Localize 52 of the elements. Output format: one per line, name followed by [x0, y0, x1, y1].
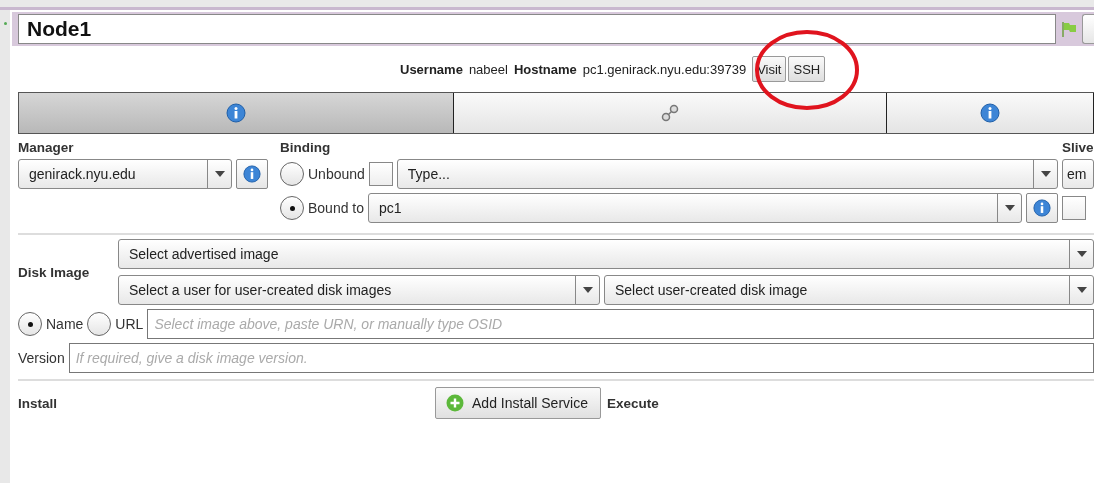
link-icon	[661, 104, 679, 122]
manager-label: Manager	[18, 140, 75, 155]
caret-icon	[214, 171, 225, 177]
sliver-label: Slive	[1062, 140, 1094, 155]
plus-icon	[446, 394, 464, 412]
radio-label: Unbound	[308, 166, 365, 182]
caret-icon	[1076, 251, 1087, 257]
version-field[interactable]: If required, give a disk image version.	[68, 343, 1094, 373]
sliver-select[interactable]: em	[1062, 159, 1094, 189]
caret-icon	[1040, 171, 1051, 177]
hostname-label: Hostname	[513, 61, 577, 77]
radio-button[interactable]	[87, 312, 112, 336]
checkbox[interactable]	[368, 162, 393, 186]
add-install-service-button[interactable]: Add Install Service	[435, 387, 601, 419]
username-value: nabeel	[468, 61, 508, 77]
version-label: Version	[18, 350, 65, 366]
node-name-field[interactable]: Node1	[18, 14, 1056, 44]
execute-label: Execute	[606, 395, 659, 411]
bound-node-select[interactable]: pc1	[368, 193, 1022, 223]
partial-button[interactable]	[1082, 14, 1094, 44]
manager-info-button[interactable]	[236, 159, 268, 189]
bound-info-button[interactable]	[1026, 193, 1058, 223]
checkbox[interactable]	[1062, 196, 1086, 220]
radio-button[interactable]	[280, 162, 304, 186]
radio-button[interactable]	[18, 312, 42, 336]
caret-icon	[1076, 287, 1087, 293]
radio-label: Bound to	[308, 200, 365, 216]
radio-label: Name	[46, 316, 84, 332]
radio-label: URL	[115, 316, 144, 332]
status-dot	[3, 22, 7, 25]
advertised-image-select[interactable]: Select advertised image	[118, 239, 1094, 269]
tab[interactable]	[887, 93, 1094, 133]
info-icon	[1033, 199, 1051, 217]
binding-label: Binding	[280, 140, 332, 155]
flag-icon	[1060, 20, 1078, 38]
disk-image-label: Disk Image	[18, 264, 91, 280]
info-icon	[226, 103, 246, 123]
hostname-value: pc1.genirack.nyu.edu:39739	[582, 61, 747, 77]
manager-select[interactable]: genirack.nyu.edu	[18, 159, 232, 189]
info-icon	[243, 165, 261, 183]
caret-icon	[1004, 205, 1015, 211]
caret-icon	[582, 287, 593, 293]
image-urn-field[interactable]: Select image above, paste URN, or manually type OSID	[147, 309, 1094, 339]
user-image-select[interactable]: Select user-created disk image	[604, 275, 1094, 305]
username-label: Username	[400, 61, 463, 77]
user-select[interactable]: Select a user for user-created disk images	[118, 275, 600, 305]
radio-button[interactable]	[280, 196, 304, 220]
install-label: Install	[18, 395, 57, 411]
type-select[interactable]: Type...	[396, 159, 1058, 189]
tab[interactable]	[454, 93, 887, 133]
ssh-button[interactable]: SSH	[788, 56, 826, 82]
info-icon	[980, 103, 1000, 123]
